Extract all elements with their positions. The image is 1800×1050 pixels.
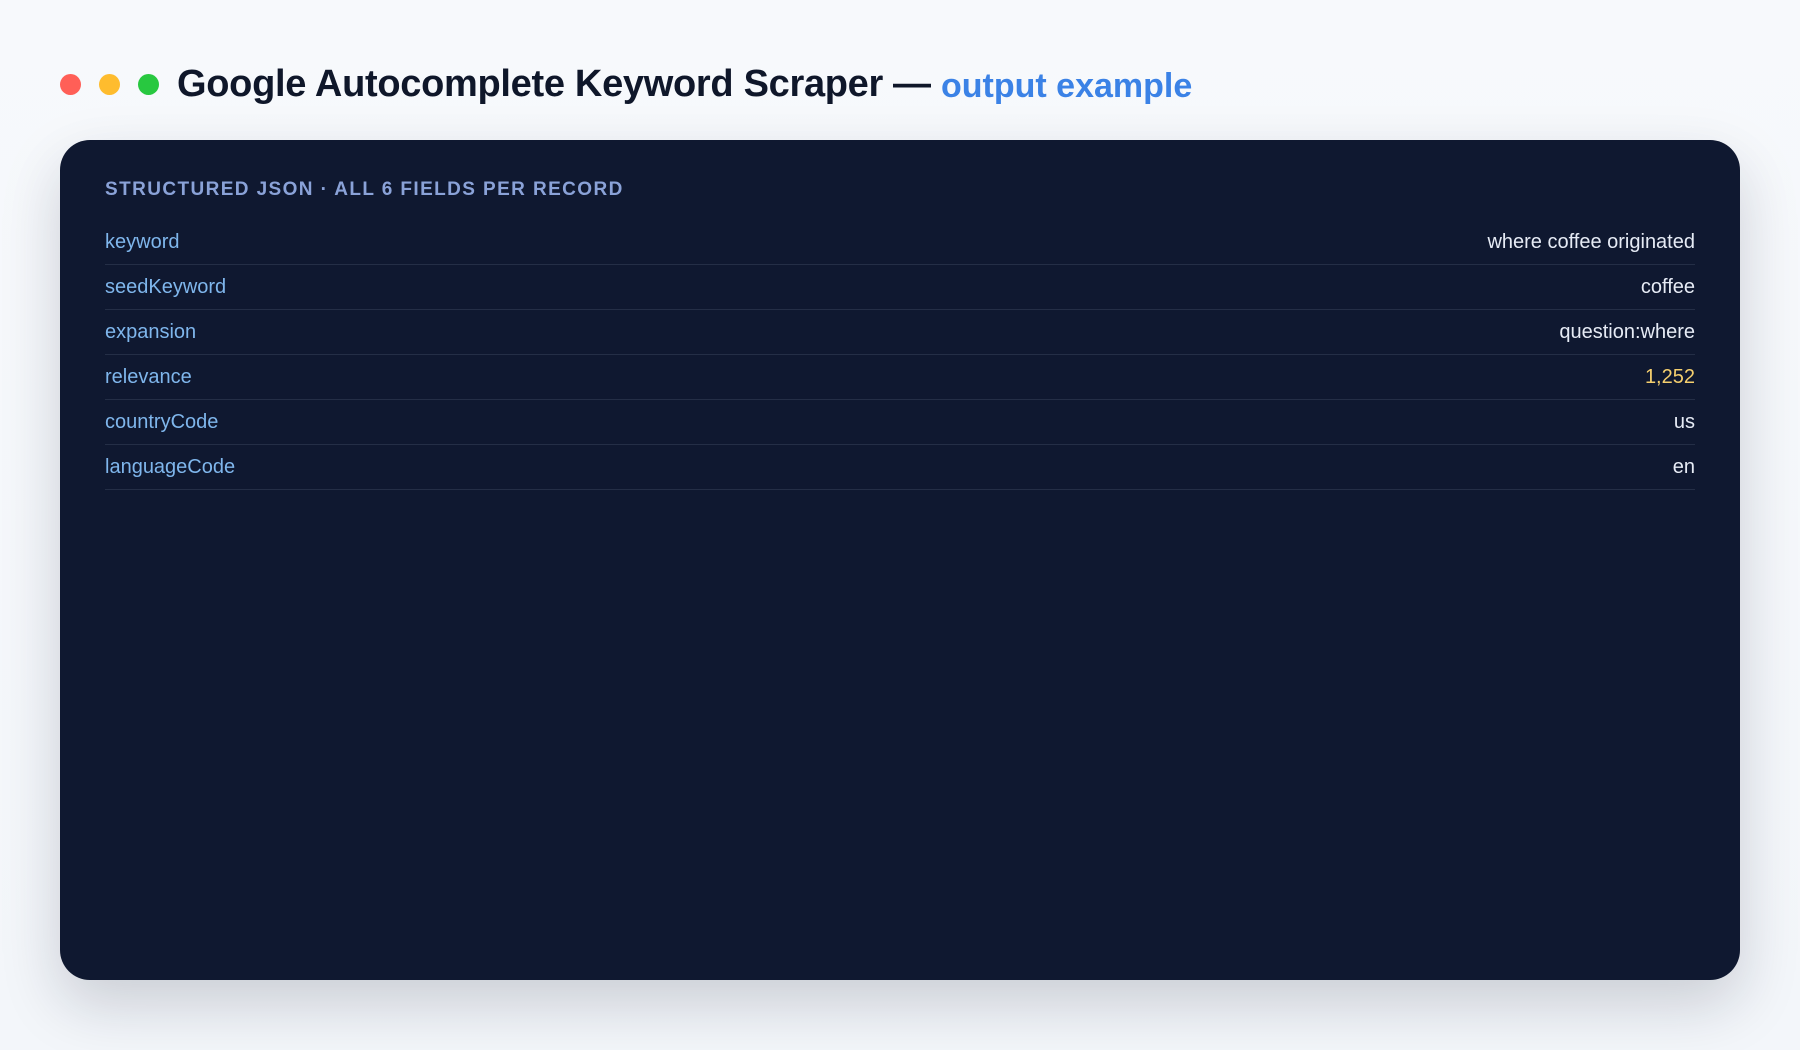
page-title: Google Autocomplete Keyword Scraper — [177, 62, 884, 105]
field-key: languageCode — [105, 455, 236, 478]
field-row-keyword: keyword where coffee originated — [105, 220, 1695, 265]
field-value: us — [1673, 410, 1695, 433]
field-value: where coffee originated — [1487, 230, 1695, 253]
field-value: coffee — [1640, 275, 1695, 298]
field-key: relevance — [105, 365, 192, 388]
field-row-seed-keyword: seedKeyword coffee — [105, 265, 1695, 310]
field-key: countryCode — [105, 410, 219, 433]
title-separator: — — [893, 62, 932, 105]
field-value: en — [1672, 455, 1695, 478]
field-list: keyword where coffee originated seedKeyw… — [105, 220, 1695, 490]
field-row-relevance: relevance 1,252 — [105, 355, 1695, 400]
field-row-language-code: languageCode en — [105, 445, 1695, 490]
page-subtitle: output example — [941, 66, 1193, 105]
output-card: STRUCTURED JSON · ALL 6 FIELDS PER RECOR… — [60, 140, 1740, 980]
field-key: keyword — [105, 230, 180, 253]
title-bar: Google Autocomplete Keyword Scraper — ou… — [60, 56, 1192, 112]
window-controls — [60, 73, 159, 95]
minimize-dot-icon[interactable] — [99, 73, 120, 95]
field-value: question:where — [1559, 320, 1695, 343]
field-row-country-code: countryCode us — [105, 400, 1695, 445]
maximize-dot-icon[interactable] — [138, 73, 159, 95]
field-key: expansion — [105, 320, 197, 343]
field-value: 1,252 — [1644, 365, 1695, 388]
card-heading: STRUCTURED JSON · ALL 6 FIELDS PER RECOR… — [105, 179, 624, 200]
field-row-expansion: expansion question:where — [105, 310, 1695, 355]
field-key: seedKeyword — [105, 275, 227, 298]
close-dot-icon[interactable] — [60, 73, 81, 95]
